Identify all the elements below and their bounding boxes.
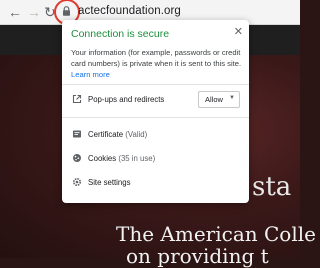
learn-more-link[interactable]: Learn more	[71, 70, 110, 79]
cookies-text: Cookies (35 in use)	[88, 154, 155, 163]
connection-description-text: Your information (for example, passwords…	[71, 48, 242, 69]
cookies-status: (35 in use)	[118, 154, 156, 163]
site-settings-row[interactable]: Site settings	[62, 174, 249, 192]
divider	[62, 117, 249, 118]
arrow-left-icon[interactable]: ←	[8, 4, 22, 20]
certificate-icon	[73, 130, 81, 138]
popups-permission-select[interactable]: Allow ▼	[198, 91, 240, 108]
connection-status-title: Connection is secure	[71, 28, 170, 40]
certificate-text: Certificate (Valid)	[88, 130, 147, 139]
close-icon[interactable]: ✕	[234, 25, 243, 38]
popups-permission-value: Allow	[205, 95, 223, 104]
cookies-label: Cookies	[88, 154, 117, 163]
site-info-popup: Connection is secure ✕ Your information …	[62, 20, 249, 203]
lock-icon	[63, 6, 70, 16]
caret-down-icon: ▼	[229, 95, 235, 101]
hero-partial-text: sta	[252, 172, 292, 202]
cookies-row[interactable]: Cookies (35 in use)	[62, 150, 249, 168]
gear-icon	[72, 177, 82, 187]
arrow-right-icon[interactable]: →	[27, 4, 41, 20]
divider	[62, 84, 249, 85]
certificate-status: (Valid)	[125, 130, 148, 139]
hero-heading-line2: on providing t	[126, 244, 269, 268]
certificate-row[interactable]: Certificate (Valid)	[62, 126, 249, 144]
cookie-icon	[73, 154, 81, 162]
external-link-icon	[72, 94, 82, 104]
popups-redirects-label: Pop-ups and redirects	[88, 95, 165, 104]
certificate-label: Certificate	[88, 130, 124, 139]
hero-heading-line1: The American Colle	[116, 222, 316, 246]
site-settings-label: Site settings	[88, 178, 131, 187]
address-bar-url[interactable]: actecfoundation.org	[78, 5, 181, 17]
connection-description: Your information (for example, passwords…	[71, 47, 243, 81]
